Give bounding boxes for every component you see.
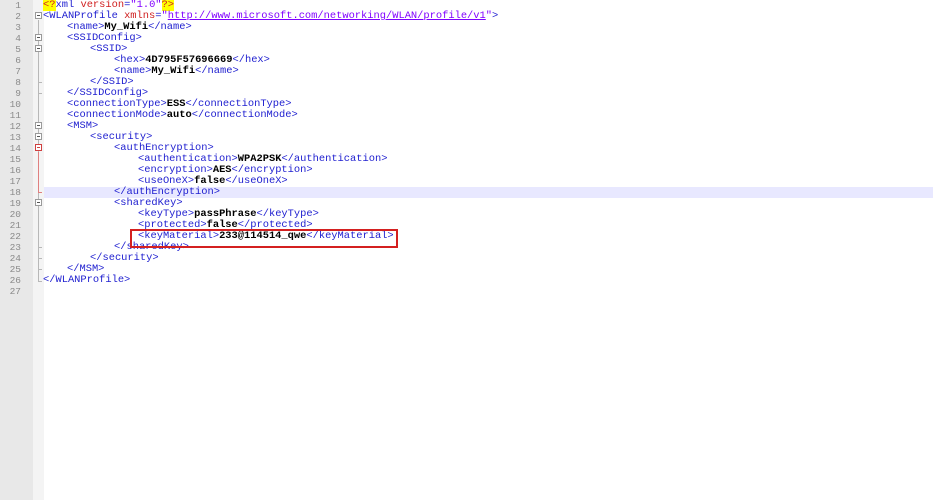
line-number: 24 bbox=[9, 253, 21, 264]
line-number: 27 bbox=[9, 286, 21, 297]
fold-toggle-icon[interactable] bbox=[35, 144, 42, 151]
line-number: 11 bbox=[9, 110, 21, 121]
code-line[interactable]: 26 </WLANProfile> bbox=[0, 274, 933, 287]
fold-toggle-icon[interactable] bbox=[35, 122, 42, 129]
code-line[interactable]: 24 </security> bbox=[0, 253, 933, 265]
line-number: 19 bbox=[9, 198, 21, 209]
fold-toggle-icon[interactable] bbox=[35, 34, 42, 41]
code-line[interactable]: 4 <SSIDConfig> bbox=[0, 33, 933, 45]
line-number: 6 bbox=[15, 55, 21, 66]
line-number: 7 bbox=[15, 66, 21, 77]
code-line[interactable]: 11 <connectionMode>auto</connectionMode> bbox=[0, 109, 933, 122]
line-number: 21 bbox=[9, 220, 21, 231]
line-number: 23 bbox=[9, 242, 21, 253]
line-number: 20 bbox=[9, 209, 21, 220]
fold-toggle-icon[interactable] bbox=[35, 199, 42, 206]
fold-toggle-icon[interactable] bbox=[35, 12, 42, 19]
line-number: 5 bbox=[15, 44, 21, 55]
line-number: 1 bbox=[15, 0, 21, 11]
line-number: 25 bbox=[9, 264, 21, 275]
line-number: 22 bbox=[9, 231, 21, 242]
line-number: 12 bbox=[9, 121, 21, 132]
namespace-link[interactable]: http://www.microsoft.com/networking/WLAN… bbox=[168, 10, 486, 22]
code-text: <connectionMode>auto</connectionMode> bbox=[67, 109, 298, 121]
line-number: 26 bbox=[9, 275, 21, 286]
fold-toggle-icon[interactable] bbox=[35, 133, 42, 140]
code-text: </WLANProfile> bbox=[43, 274, 131, 286]
code-line[interactable]: 27 bbox=[0, 286, 933, 297]
line-number: 2 bbox=[15, 11, 21, 22]
code-line[interactable]: 25 </MSM> bbox=[0, 264, 933, 276]
line-number: 17 bbox=[9, 176, 21, 187]
line-number: 14 bbox=[9, 143, 21, 154]
code-line[interactable]: 7 <name>My_Wifi</name> bbox=[0, 66, 933, 78]
line-number: 3 bbox=[15, 22, 21, 33]
line-number: 15 bbox=[9, 154, 21, 165]
line-number: 10 bbox=[9, 99, 21, 110]
line-number: 8 bbox=[15, 77, 21, 88]
line-number: 13 bbox=[9, 132, 21, 143]
fold-toggle-icon[interactable] bbox=[35, 45, 42, 52]
line-number: 9 bbox=[15, 88, 21, 99]
line-number: 16 bbox=[9, 165, 21, 176]
line-number: 18 bbox=[9, 187, 21, 198]
annotation-highlight-box bbox=[130, 229, 398, 248]
line-number: 4 bbox=[15, 33, 21, 44]
